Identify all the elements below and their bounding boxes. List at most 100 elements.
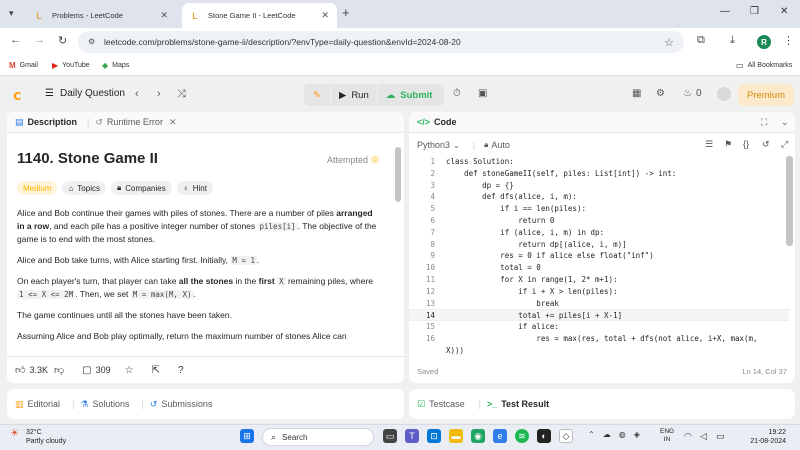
problem-description: Alice and Bob continue their games with … [17,207,377,351]
bookmark-star-icon[interactable]: ☆ [664,36,674,49]
download-icon[interactable]: ⤓ [730,34,735,47]
like-button[interactable]: 👍︎ 3.3K [15,364,48,376]
code-line: 4 def dfs(alice, i, m): [430,192,577,202]
forward-button[interactable]: → [34,34,45,46]
tab-description[interactable]: ▤ Description [15,117,77,128]
tab-testcase[interactable]: ☑ Testcase [417,399,465,410]
mode-select[interactable]: 🔒︎ Auto [481,140,510,150]
code-text: X))) [446,345,465,355]
close-icon[interactable]: ✕ [169,117,177,128]
leetcode-logo-icon[interactable]: ⅽ [13,87,21,104]
weather-icon: ☀ [10,428,19,439]
new-tab-button[interactable]: + [342,5,350,20]
volume-icon[interactable]: ◁ [700,431,707,442]
braces-icon[interactable]: {} [743,139,749,149]
extensions-icon[interactable]: ⧉ [697,34,705,47]
browser-tab-problems[interactable]: L Problems - LeetCode ✕ [26,3,176,28]
tab-label: Editorial [27,399,61,409]
language-select[interactable]: Python3 ⌄ [417,140,463,150]
scrollbar[interactable] [395,147,401,202]
fullscreen-icon[interactable]: ⤢ [781,139,788,150]
close-icon[interactable]: ✕ [321,10,329,21]
minimize-icon[interactable]: — [720,6,730,17]
browser-tab-title: Problems - LeetCode [52,11,123,20]
submit-button[interactable]: ☁ Submit [377,84,445,106]
notes-icon[interactable]: ▣ [478,88,487,99]
bookmark-youtube[interactable]: ▶ YouTube [52,61,90,70]
companies-tag[interactable]: 🔒︎ Companies [110,181,172,195]
gmail-icon: M [9,61,16,70]
wifi-icon[interactable]: ◠ [684,431,692,442]
premium-button[interactable]: Premium [738,84,794,106]
tab-search-icon[interactable]: ▾ [9,8,14,19]
tab-test-result[interactable]: >_ Test Result [487,399,549,409]
teams-icon[interactable]: T [405,429,419,443]
close-icon[interactable]: ✕ [160,10,168,21]
task-view-icon[interactable]: ▭ [383,429,397,443]
spotify-icon[interactable]: ≋ [515,429,529,443]
hint-tag[interactable]: ♀ Hint [176,181,213,195]
scrollbar[interactable] [786,156,793,246]
network-icon[interactable]: ◍ [619,430,626,439]
all-bookmarks[interactable]: ▭ All Bookmarks [736,61,792,70]
chevron-up-icon[interactable]: ⌃ [588,430,595,439]
explorer-icon[interactable]: ▬ [449,429,463,443]
bookmark-icon[interactable]: ⚑ [724,139,732,150]
share-button[interactable]: ⇱ [152,365,164,376]
windows-start-icon[interactable]: ⊞ [240,429,254,443]
language-indicator[interactable]: ENG IN [660,428,674,444]
gear-icon[interactable]: ⚙ [656,88,665,99]
code-text: res = max(res, total + dfs(not alice, i+… [446,334,758,343]
back-button[interactable]: ← [10,34,21,46]
favorite-button[interactable]: ☆ [125,365,138,376]
streak-counter[interactable]: ♨ 0 [683,88,702,99]
avatar[interactable]: R [757,35,771,49]
url-bar[interactable]: ⚙ leetcode.com/problems/stone-game-ii/de… [78,31,684,53]
store-icon[interactable]: ⊡ [427,429,441,443]
tab-submissions[interactable]: ↺ Submissions [150,399,213,410]
reset-icon[interactable]: ↺ [762,139,770,150]
comments-button[interactable]: ▢ 309 [82,365,110,376]
app-icon[interactable]: ◐ [537,429,551,443]
cloud-icon[interactable]: ☁ [603,430,611,439]
help-button[interactable]: ? [178,365,188,376]
tab-code[interactable]: Code [434,117,457,127]
bookmark-maps[interactable]: ◆ Maps [102,61,129,70]
timer-icon[interactable]: ⏱ [453,88,461,99]
test-tabs: ☑ Testcase | >_ Test Result [409,389,795,419]
avatar[interactable] [717,87,731,101]
expand-icon[interactable]: ⛶ [761,117,767,128]
restore-icon[interactable]: ❐ [750,6,759,17]
app-icon[interactable]: ◇ [559,429,573,443]
site-info-icon[interactable]: ⚙ [88,37,98,47]
weather-widget[interactable]: ☀ 32°C Partly cloudy [10,428,66,446]
topics-tag[interactable]: ⌂ Topics [62,181,106,195]
bookmark-gmail[interactable]: M Gmail [9,61,38,70]
code-line: 13 break [425,298,559,308]
menu-kebab-icon[interactable]: ⋮ [783,34,794,47]
shuffle-icon[interactable]: ⤨ [177,88,186,101]
clock[interactable]: 19:22 21-08-2024 [736,428,786,446]
browser-tab-stone-game[interactable]: L Stone Game II - LeetCode ✕ [182,3,337,28]
code-editor[interactable]: 1 class Solution: 2 def stoneGameII(self,… [409,156,789,356]
menu-lines-icon[interactable]: ☰ [705,139,713,150]
window-close-icon[interactable]: ✕ [780,6,788,17]
run-button[interactable]: ▶ Run [331,84,377,106]
battery-icon[interactable]: ▭ [716,431,725,442]
chrome-icon[interactable]: ◉ [471,429,485,443]
layout-icon[interactable]: ▦ [632,88,641,99]
daily-question-button[interactable]: ☰ Daily Question [45,88,125,99]
tab-divider: | [87,117,90,127]
chevron-down-icon[interactable]: ⌄ [781,117,789,128]
app-tray-icon[interactable]: ◈ [634,430,640,439]
tab-editorial[interactable]: ▥ Editorial [15,399,60,410]
edge-icon[interactable]: e [493,429,507,443]
debug-icon[interactable]: ✎ [304,84,330,106]
next-problem-button[interactable]: › [157,88,161,100]
tab-solutions[interactable]: ⚗ Solutions [80,399,129,410]
dislike-button[interactable]: 👎︎ [54,364,68,376]
prev-problem-button[interactable]: ‹ [135,88,139,100]
tab-runtime-error[interactable]: ↺ Runtime Error ✕ [95,117,176,128]
reload-button[interactable]: ↻ [58,34,67,47]
search-input[interactable]: ⌕ Search [262,428,374,446]
